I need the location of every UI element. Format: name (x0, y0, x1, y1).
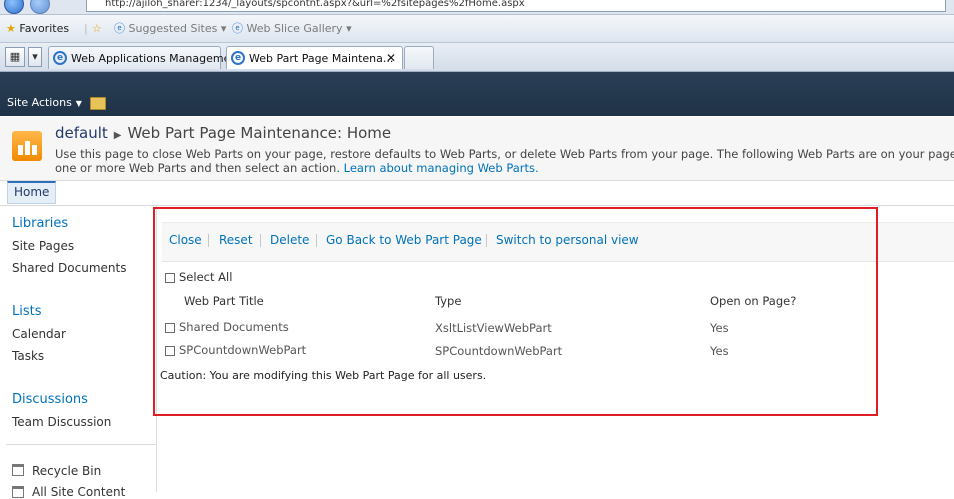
ie-page-icon: ⓔ (232, 22, 243, 35)
url-input[interactable]: http://ajiloh_sharer:1234/_layouts/spcon… (86, 0, 946, 12)
forward-icon[interactable] (30, 0, 50, 14)
description-line-2: one or more Web Parts and then select an… (55, 161, 340, 175)
add-favorite-icon[interactable]: ☆ (92, 21, 102, 36)
quick-launch-item-team-discussion[interactable]: Team Discussion (12, 415, 111, 429)
suggested-sites-link[interactable]: ⓔ Suggested Sites ▾ (114, 21, 226, 36)
tab-web-part-page-maintenance[interactable]: e Web Part Page Maintena... ✕ (226, 46, 403, 69)
quick-launch-item-shared-documents[interactable]: Shared Documents (12, 261, 126, 275)
site-actions-menu[interactable]: Site Actions ▼ (7, 96, 82, 109)
browser-tab-bar: ▦ ▾ e Web Applications Management e Web … (0, 43, 954, 72)
quick-launch-item-tasks[interactable]: Tasks (12, 349, 44, 363)
title-area: default ▶ Web Part Page Maintenance: Home … (0, 117, 954, 181)
description-line-1: Use this page to close Web Parts on your… (55, 147, 954, 161)
ie-icon: e (53, 51, 67, 65)
ribbon-bar: Site Actions ▼ (0, 72, 954, 116)
recycle-bin-icon (12, 464, 24, 476)
web-slice-gallery-label: Web Slice Gallery (246, 22, 343, 35)
quick-launch-divider (6, 444, 156, 445)
quick-launch-all-site-content[interactable]: All Site Content (32, 485, 125, 499)
quick-launch-heading-discussions[interactable]: Discussions (12, 392, 88, 407)
nav-home-tab[interactable]: Home (7, 181, 57, 204)
top-navigation: Home (0, 181, 954, 206)
toolbar-divider: | (84, 22, 88, 35)
highlight-frame (153, 207, 878, 416)
favorites-button[interactable]: ★ Favorites (6, 21, 69, 36)
ie-icon: e (231, 51, 245, 65)
star-icon: ★ (6, 22, 16, 35)
page-title: Web Part Page Maintenance: Home (127, 124, 392, 142)
chevron-down-icon: ▼ (75, 99, 82, 108)
chevron-down-icon: ▾ (346, 22, 352, 35)
close-tab-icon[interactable]: ✕ (386, 47, 396, 70)
back-icon[interactable] (4, 0, 24, 14)
quick-launch-item-site-pages[interactable]: Site Pages (12, 239, 74, 253)
tab-web-applications-management[interactable]: e Web Applications Management (48, 46, 242, 69)
tab-label: Web Applications Management (71, 52, 242, 65)
favorites-label: Favorites (19, 22, 70, 35)
all-site-content-icon (12, 486, 24, 498)
quick-launch: Libraries Site Pages Shared Documents Li… (0, 206, 157, 499)
web-slice-gallery-link[interactable]: ⓔ Web Slice Gallery ▾ (232, 21, 352, 36)
quick-launch-recycle-bin[interactable]: Recycle Bin (32, 464, 101, 478)
site-logo-icon[interactable] (12, 131, 42, 161)
new-tab-button[interactable] (404, 46, 434, 69)
breadcrumb-site-link[interactable]: default (55, 124, 108, 142)
tab-list-chevron-icon[interactable]: ▾ (28, 47, 42, 67)
quick-launch-item-calendar[interactable]: Calendar (12, 327, 66, 341)
quick-launch-heading-lists[interactable]: Lists (12, 304, 42, 319)
site-actions-label: Site Actions (7, 96, 72, 109)
chevron-down-icon: ▾ (220, 22, 227, 35)
page-description: Use this page to close Web Parts on your… (55, 147, 954, 175)
breadcrumb-arrow-icon: ▶ (113, 130, 122, 141)
address-bar-area: http://ajiloh_sharer:1234/_layouts/spcon… (0, 0, 954, 15)
learn-more-link[interactable]: Learn about managing Web Parts. (344, 161, 539, 175)
suggested-sites-label: Suggested Sites (128, 22, 218, 35)
navigate-up-folder-icon[interactable] (90, 97, 106, 110)
quick-launch-heading-libraries[interactable]: Libraries (12, 216, 68, 231)
ie-page-icon: ⓔ (114, 22, 125, 35)
quick-tabs-icon[interactable]: ▦ (5, 47, 25, 67)
tab-label: Web Part Page Maintena... (249, 52, 394, 65)
favorites-bar: ★ Favorites | ☆ ⓔ Suggested Sites ▾ ⓔ We… (0, 15, 954, 43)
breadcrumb: default ▶ Web Part Page Maintenance: Home (55, 124, 391, 142)
